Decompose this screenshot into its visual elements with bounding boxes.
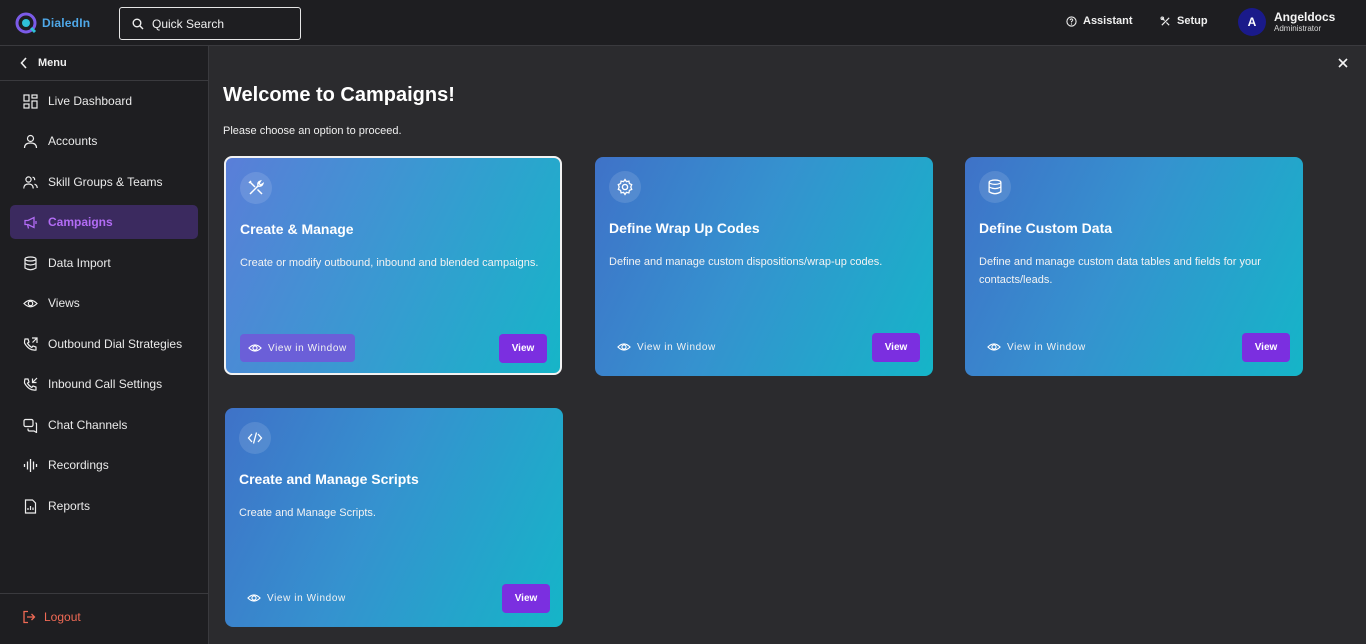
dashboard-icon xyxy=(22,93,38,109)
eye-icon xyxy=(22,295,38,311)
report-icon xyxy=(22,498,38,514)
assistant-button[interactable]: Assistant xyxy=(1066,15,1133,27)
card-title: Create and Manage Scripts xyxy=(239,471,419,487)
card-description: Define and manage custom data tables and… xyxy=(979,256,1261,286)
app-logo[interactable]: DialedIn xyxy=(14,10,90,36)
view-in-window-button[interactable]: View in Window xyxy=(240,334,355,362)
search-icon xyxy=(132,18,144,29)
card-description: Define and manage custom dispositions/wr… xyxy=(609,256,883,268)
sidebar-item-label: Skill Groups & Teams xyxy=(48,175,163,189)
sidebar-item-label: Views xyxy=(48,296,80,310)
sidebar-item-skill-groups[interactable]: Skill Groups & Teams xyxy=(10,165,198,199)
logout-button[interactable]: Logout xyxy=(22,610,81,624)
sidebar-item-chat-channels[interactable]: Chat Channels xyxy=(10,408,198,442)
logo-text: DialedIn xyxy=(42,16,91,30)
sidebar-item-label: Reports xyxy=(48,499,91,513)
view-in-window-label: View in Window xyxy=(637,341,716,353)
view-in-window-label: View in Window xyxy=(1007,341,1086,353)
card-description: Create or modify outbound, inbound and b… xyxy=(240,257,539,269)
setup-button[interactable]: Setup xyxy=(1160,15,1208,27)
sidebar-item-live-dashboard[interactable]: Live Dashboard xyxy=(10,84,198,118)
sidebar-item-data-import[interactable]: Data Import xyxy=(10,246,198,280)
card-title: Define Custom Data xyxy=(979,220,1113,236)
sidebar-item-label: Data Import xyxy=(48,256,111,270)
card-custom-data[interactable]: Define Custom Data Define and manage cus… xyxy=(965,157,1303,376)
gear-icon xyxy=(609,171,641,203)
search-placeholder: Quick Search xyxy=(152,16,225,31)
view-in-window-button[interactable]: View in Window xyxy=(239,584,354,612)
sidebar-item-outbound-dial-strategies[interactable]: Outbound Dial Strategies xyxy=(10,327,198,361)
logout-icon xyxy=(23,610,36,624)
sidebar: Menu Live Dashboard Accounts Skill Group… xyxy=(0,46,209,644)
user-role: Administrator xyxy=(1274,24,1322,33)
card-title: Create & Manage xyxy=(240,221,354,237)
sidebar-item-label: Campaigns xyxy=(48,215,113,229)
sidebar-item-accounts[interactable]: Accounts xyxy=(10,124,198,158)
chat-icon xyxy=(22,417,38,433)
user-name: Angeldocs xyxy=(1274,10,1336,24)
avatar: A xyxy=(1238,8,1266,36)
sidebar-item-label: Accounts xyxy=(48,134,98,148)
phone-outgoing-icon xyxy=(22,336,38,352)
sidebar-item-recordings[interactable]: Recordings xyxy=(10,448,198,482)
sidebar-item-label: Outbound Dial Strategies xyxy=(48,337,183,351)
sidebar-divider xyxy=(0,593,208,594)
eye-icon xyxy=(617,343,631,351)
code-icon xyxy=(239,422,271,454)
view-button[interactable]: View xyxy=(1242,333,1290,362)
sidebar-item-views[interactable]: Views xyxy=(10,286,198,320)
sidebar-item-campaigns[interactable]: Campaigns xyxy=(10,205,198,239)
megaphone-icon xyxy=(22,214,38,230)
view-in-window-button[interactable]: View in Window xyxy=(609,333,724,361)
view-button[interactable]: View xyxy=(872,333,920,362)
card-scripts[interactable]: Create and Manage Scripts Create and Man… xyxy=(225,408,563,627)
setup-label: Setup xyxy=(1177,15,1208,27)
menu-toggle[interactable]: Menu xyxy=(0,46,208,81)
sidebar-item-label: Chat Channels xyxy=(48,418,128,432)
search-input[interactable]: Quick Search xyxy=(119,7,301,40)
logout-label: Logout xyxy=(44,610,81,624)
card-wrap-up-codes[interactable]: Define Wrap Up Codes Define and manage c… xyxy=(595,157,933,376)
tools-icon xyxy=(240,172,272,204)
eye-icon xyxy=(248,344,262,352)
database-icon xyxy=(22,255,38,271)
menu-label: Menu xyxy=(38,57,67,69)
page-title: Welcome to Campaigns! xyxy=(223,84,455,106)
eye-icon xyxy=(987,343,1001,351)
card-description: Create and Manage Scripts. xyxy=(239,507,376,519)
view-button[interactable]: View xyxy=(502,584,550,613)
view-in-window-button[interactable]: View in Window xyxy=(979,333,1094,361)
top-bar: DialedIn Quick Search Assistant Setup A … xyxy=(0,0,1366,46)
sidebar-item-label: Recordings xyxy=(48,458,109,472)
user-icon xyxy=(22,133,38,149)
sidebar-item-label: Inbound Call Settings xyxy=(48,377,163,391)
close-icon[interactable] xyxy=(1336,56,1350,70)
help-circle-icon xyxy=(1066,15,1077,27)
assistant-label: Assistant xyxy=(1083,15,1133,27)
card-create-manage[interactable]: Create & Manage Create or modify outboun… xyxy=(224,156,562,375)
user-menu[interactable]: A Angeldocs Administrator xyxy=(1238,8,1335,36)
eye-icon xyxy=(247,594,261,602)
chevron-left-icon xyxy=(20,57,27,69)
tools-icon xyxy=(1160,15,1170,26)
database-icon xyxy=(979,171,1011,203)
logo-icon xyxy=(15,12,37,34)
card-title: Define Wrap Up Codes xyxy=(609,220,760,236)
users-icon xyxy=(22,174,38,190)
waveform-icon xyxy=(22,457,38,473)
sidebar-item-label: Live Dashboard xyxy=(48,94,133,108)
view-in-window-label: View in Window xyxy=(268,342,347,354)
page-subtitle: Please choose an option to proceed. xyxy=(223,125,402,137)
sidebar-item-inbound-call-settings[interactable]: Inbound Call Settings xyxy=(10,367,198,401)
view-in-window-label: View in Window xyxy=(267,592,346,604)
phone-incoming-icon xyxy=(22,376,38,392)
view-button[interactable]: View xyxy=(499,334,547,363)
sidebar-item-reports[interactable]: Reports xyxy=(10,489,198,523)
